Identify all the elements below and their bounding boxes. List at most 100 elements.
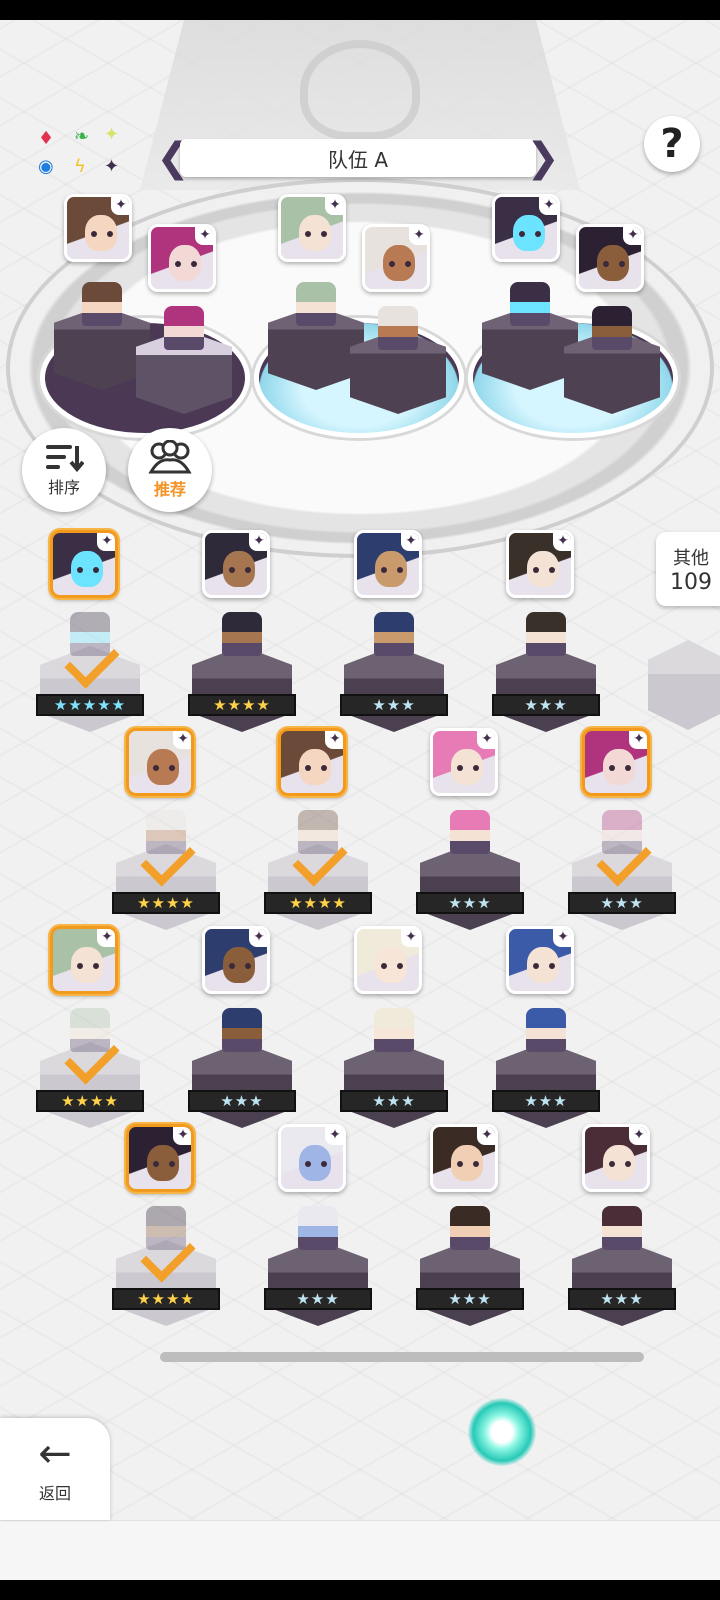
- character-portrait[interactable]: ✦: [126, 1124, 194, 1192]
- portrait-eye: [397, 567, 403, 573]
- character-portrait[interactable]: ✦: [50, 530, 118, 598]
- character-portrait[interactable]: ✦: [492, 194, 560, 262]
- element-badge-icon: ✦: [553, 929, 571, 947]
- portrait-eye: [609, 765, 615, 771]
- next-team-arrow[interactable]: ❯: [526, 135, 560, 181]
- status-bar: [0, 0, 720, 20]
- character-portrait[interactable]: ✦: [278, 728, 346, 796]
- character-portrait[interactable]: ✦: [354, 926, 422, 994]
- element-badge-icon: ✦: [325, 197, 343, 215]
- roster-plinth[interactable]: [344, 646, 444, 732]
- roster-plinth[interactable]: [420, 844, 520, 930]
- portrait-eye: [519, 231, 525, 237]
- character-portrait[interactable]: ✦: [278, 1124, 346, 1192]
- green-leaf-icon: ❧: [74, 126, 90, 147]
- back-button[interactable]: ← 返回: [0, 1418, 110, 1520]
- roster-scrollbar[interactable]: [160, 1352, 644, 1362]
- character-portrait[interactable]: ✦: [430, 728, 498, 796]
- roster-plinth[interactable]: [496, 646, 596, 732]
- character-portrait[interactable]: ✦: [362, 224, 430, 292]
- purple-star-icon: ✦: [104, 156, 120, 177]
- portrait-eye: [603, 261, 609, 267]
- other-characters-panel[interactable]: 其他 109: [656, 532, 720, 606]
- character-sprite: [450, 1206, 490, 1250]
- roster-plinth[interactable]: [192, 1042, 292, 1128]
- character-portrait[interactable]: ✦: [126, 728, 194, 796]
- character-portrait[interactable]: ✦: [582, 728, 650, 796]
- character-portrait[interactable]: ✦: [148, 224, 216, 292]
- element-badge-icon: ✦: [401, 929, 419, 947]
- element-legend: ♦ ❧ ✦ ◉ ϟ ✦: [34, 126, 130, 186]
- portrait-eye: [533, 963, 539, 969]
- element-badge-icon: ✦: [195, 227, 213, 245]
- portrait-eye: [153, 1161, 159, 1167]
- portrait-eye: [321, 231, 327, 237]
- element-badge-icon: ✦: [249, 929, 267, 947]
- sort-button[interactable]: 排序: [22, 428, 106, 512]
- element-badge-icon: ✦: [249, 533, 267, 551]
- character-portrait[interactable]: ✦: [506, 530, 574, 598]
- character-portrait[interactable]: ✦: [582, 1124, 650, 1192]
- character-portrait[interactable]: ✦: [64, 194, 132, 262]
- roster-plinth[interactable]: [268, 1240, 368, 1326]
- star-rating: ★★★★: [112, 892, 220, 914]
- star-rating: ★★★: [264, 1288, 372, 1310]
- star-rating: ★★★: [340, 694, 448, 716]
- star-rating: ★★★: [416, 892, 524, 914]
- character-sprite: [164, 306, 204, 350]
- character-sprite: [526, 612, 566, 656]
- roster-plinth[interactable]: [344, 1042, 444, 1128]
- character-sprite: [298, 1206, 338, 1250]
- group-icon: [148, 440, 192, 474]
- portrait-eye: [609, 1161, 615, 1167]
- character-portrait[interactable]: ✦: [202, 530, 270, 598]
- element-badge-icon: ✦: [623, 227, 641, 245]
- temple-emblem: [300, 40, 420, 140]
- game-screen: ♦ ❧ ✦ ◉ ϟ ✦ ❮ 队伍 A ❯ ? ✦ ✦ ✦ ✦ ✦ ✦ 排序 推荐 其他 1…: [0, 0, 720, 1600]
- character-sprite: [450, 810, 490, 854]
- portrait-eye: [389, 261, 395, 267]
- element-badge-icon: ✦: [409, 227, 427, 245]
- portrait-eye: [321, 1161, 327, 1167]
- help-button[interactable]: ?: [644, 116, 700, 172]
- recommend-label: 推荐: [153, 480, 186, 499]
- portrait-eye: [397, 963, 403, 969]
- roster-plinth[interactable]: [192, 646, 292, 732]
- star-rating: ★★★: [568, 1288, 676, 1310]
- portrait-eye: [321, 765, 327, 771]
- portrait-eye: [229, 567, 235, 573]
- portrait-eye: [229, 963, 235, 969]
- character-portrait[interactable]: ✦: [202, 926, 270, 994]
- roster-plinth[interactable]: [496, 1042, 596, 1128]
- sparkle-icon: ✦: [104, 124, 120, 145]
- portrait-eye: [77, 567, 83, 573]
- character-portrait[interactable]: ✦: [576, 224, 644, 292]
- roster-plinth[interactable]: [420, 1240, 520, 1326]
- character-portrait[interactable]: ✦: [50, 926, 118, 994]
- portrait-eye: [457, 765, 463, 771]
- portrait-eye: [153, 765, 159, 771]
- star-rating: ★★★: [568, 892, 676, 914]
- character-portrait[interactable]: ✦: [354, 530, 422, 598]
- star-rating: ★★★: [492, 1090, 600, 1112]
- portrait-eye: [305, 231, 311, 237]
- portrait-eye: [93, 963, 99, 969]
- character-portrait[interactable]: ✦: [506, 926, 574, 994]
- yellow-lightning-icon: ϟ: [74, 156, 86, 177]
- character-sprite: [378, 306, 418, 350]
- star-rating: ★★★★: [264, 892, 372, 914]
- portrait-eye: [191, 261, 197, 267]
- roster-plinth[interactable]: [572, 1240, 672, 1326]
- element-badge-icon: ✦: [325, 1127, 343, 1145]
- portrait-eye: [549, 963, 555, 969]
- character-portrait[interactable]: ✦: [278, 194, 346, 262]
- sort-icon: [46, 445, 84, 472]
- glowing-orb: [468, 1398, 536, 1466]
- character-sprite: [602, 1206, 642, 1250]
- recommend-button[interactable]: 推荐: [128, 428, 212, 512]
- star-rating: ★★★★: [188, 694, 296, 716]
- character-portrait[interactable]: ✦: [430, 1124, 498, 1192]
- portrait-eye: [405, 261, 411, 267]
- character-sprite: [296, 282, 336, 326]
- star-rating: ★★★★★: [36, 694, 144, 716]
